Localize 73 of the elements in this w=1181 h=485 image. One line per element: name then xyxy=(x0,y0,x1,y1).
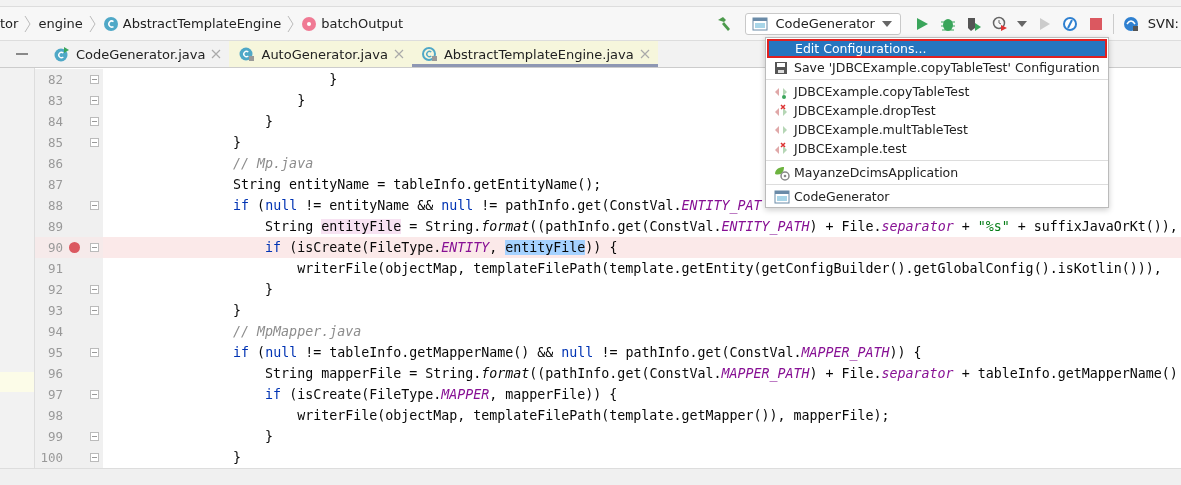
breadcrumb-item[interactable]: tor xyxy=(0,16,21,31)
code-line: if (isCreate(FileType.MAPPER, mapperFile)) { xyxy=(264,387,618,402)
close-icon xyxy=(639,49,650,59)
menu-item[interactable]: JDBCExample.test xyxy=(766,139,1108,158)
class-icon xyxy=(421,46,438,62)
close-icon xyxy=(393,49,404,59)
line-number: 91 xyxy=(46,261,63,276)
menu-item[interactable]: CodeGenerator xyxy=(766,187,1108,206)
code-line: // MpMapper.java xyxy=(232,324,362,339)
run-configuration-dropdown[interactable]: CodeGenerator xyxy=(745,12,901,35)
code-line: } xyxy=(328,72,338,87)
editor-tab[interactable]: AutoGenerator.java xyxy=(229,41,412,67)
line-number: 95 xyxy=(46,345,63,360)
line-number: 90 xyxy=(46,240,63,255)
code-line: String entityFile = String.format((pathInfo.get(ConstVal.ENTITY_PATH) + File.separator + "%s" + suffixJavaOrKt()), xyxy=(264,219,1178,234)
line-number: 97 xyxy=(46,387,63,402)
code-line: if (null != tableInfo.getMapperName() && null != pathInfo.get(ConstVal.MAPPER_PATH)) { xyxy=(232,345,922,360)
line-number: 86 xyxy=(46,156,63,171)
breadcrumb-item[interactable]: batchOutput xyxy=(299,15,406,32)
test-failed-icon xyxy=(774,141,788,156)
menu-item[interactable]: JDBCExample.copyTableTest xyxy=(766,82,1108,101)
code-line: writerFile(objectMap, templateFilePath(template.getEntity(getConfigBuilder().getGlobalConfig().isKotlin())), xyxy=(296,261,1162,276)
test-failed-icon xyxy=(774,103,788,118)
code-line: } xyxy=(232,303,242,318)
chevron-icon xyxy=(287,14,296,33)
code-line: String entityName = tableInfo.getEntityName(); xyxy=(232,177,602,192)
code-line: } xyxy=(264,429,274,444)
breakpoint-icon[interactable] xyxy=(68,242,80,253)
chevron-icon xyxy=(88,14,97,33)
class-icon xyxy=(54,46,70,62)
code-line: writerFile(objectMap, templateFilePath(template.getMapper()), mapperFile); xyxy=(296,408,890,423)
class-icon xyxy=(102,15,119,32)
svn-label: SVN: xyxy=(1147,16,1180,31)
line-number: 93 xyxy=(46,303,63,318)
window-icon xyxy=(774,188,790,205)
code-line: } xyxy=(264,114,274,129)
code-line: if (null != entityName && null != pathInfo.get(ConstVal.ENTITY_PAT xyxy=(232,198,762,213)
line-number: 92 xyxy=(46,282,63,297)
close-icon xyxy=(211,49,222,59)
line-number: 98 xyxy=(46,408,63,423)
line-number: 94 xyxy=(46,324,63,339)
menu-item[interactable]: Edit Configurations... xyxy=(767,39,1107,58)
line-number: 82 xyxy=(46,72,63,87)
breadcrumb-item[interactable]: AbstractTemplateEngine xyxy=(100,15,284,32)
class-icon xyxy=(239,46,256,62)
line-number: 100 xyxy=(39,450,63,465)
window-icon xyxy=(752,15,769,32)
code-line: String mapperFile = String.format((pathInfo.get(ConstVal.MAPPER_PATH) + File.separator + tableInfo.getMapperName() xyxy=(264,366,1178,381)
menu-item[interactable]: JDBCExample.multTableTest xyxy=(766,120,1108,139)
line-number: 89 xyxy=(46,219,63,234)
menu-item[interactable]: Save 'JDBCExample.copyTableTest' Configuration xyxy=(766,58,1108,77)
code-line: if (isCreate(FileType.ENTITY, entityFile)) { xyxy=(264,240,618,255)
caret-icon xyxy=(1016,20,1027,27)
method-icon xyxy=(301,15,318,32)
line-number: 96 xyxy=(46,366,63,381)
leaf-gear-icon xyxy=(774,164,790,181)
line-number: 87 xyxy=(46,177,63,192)
code-line: } xyxy=(232,450,242,465)
code-line: } xyxy=(296,93,306,108)
code-line: } xyxy=(232,135,242,150)
line-number: 83 xyxy=(46,93,63,108)
editor-tab[interactable]: AbstractTemplateEngine.java xyxy=(411,41,658,67)
line-number: 88 xyxy=(46,198,63,213)
line-number: 85 xyxy=(46,135,63,150)
line-number: 99 xyxy=(46,429,63,444)
menu-item[interactable]: MayanzeDcimsApplication xyxy=(766,163,1108,182)
code-line: // Mp.java xyxy=(232,156,314,171)
line-number: 84 xyxy=(46,114,63,129)
breadcrumb-item[interactable]: engine xyxy=(36,16,85,31)
chevron-icon xyxy=(24,14,33,33)
caret-icon xyxy=(881,20,892,27)
menu-item[interactable]: JDBCExample.dropTest xyxy=(766,101,1108,120)
code-line: } xyxy=(264,282,274,297)
